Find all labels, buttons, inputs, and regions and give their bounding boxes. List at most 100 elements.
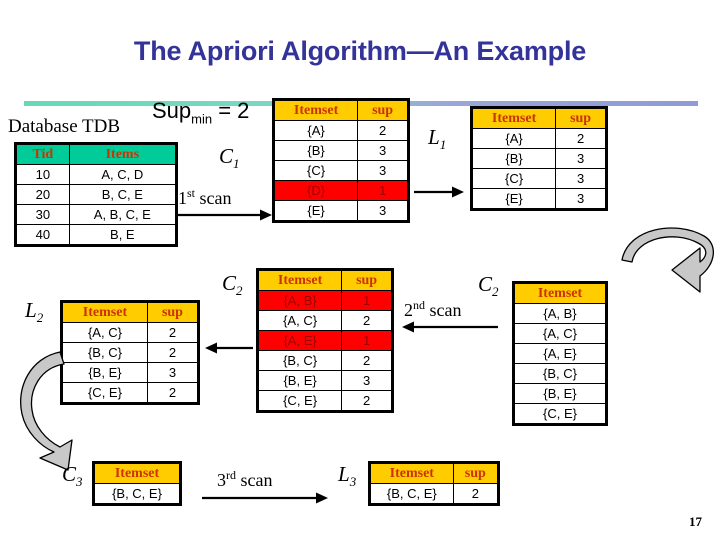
label-l1-letter: L (428, 125, 440, 149)
column-header-itemset: Itemset (61, 301, 148, 323)
cell-sup: 1 (341, 330, 393, 351)
cell-sup: 2 (452, 483, 500, 505)
cell-sup: 2 (341, 390, 393, 412)
label-l1-subscript: 1 (439, 137, 447, 153)
cell-sup: 3 (357, 160, 409, 181)
cell-items: A, C, D (68, 164, 178, 185)
table-row: {B, C, E} (93, 483, 181, 505)
cell-itemset: {B, E} (256, 370, 343, 391)
third-scan-label: 3rd scan (217, 468, 272, 491)
cell-itemset: {A, C} (61, 322, 148, 343)
table-row: {B, C, E} 2 (369, 483, 500, 505)
table-row: {C, E} 2 (256, 390, 393, 412)
cell-itemset: {A} (470, 128, 557, 149)
table-row: {A, C} (513, 323, 607, 344)
cell-itemset: {E} (470, 188, 557, 210)
column-header-itemset: Itemset (369, 462, 454, 484)
table-row: {B, E} (513, 383, 607, 404)
cell-itemset: {C, E} (513, 403, 607, 425)
cell-tid: 20 (15, 184, 70, 205)
table-row: {A, B} (513, 303, 607, 324)
table-row: 40 B, E (15, 224, 178, 246)
c3-candidate-table: Itemset {B, C, E} (92, 461, 182, 506)
cell-itemset: {B, E} (513, 383, 607, 404)
first-scan-suffix: st (187, 186, 196, 200)
cell-sup: 3 (341, 370, 393, 391)
label-l2: L2 (25, 298, 43, 326)
cell-itemset: {B, C} (513, 363, 607, 384)
table-row: 30 A, B, C, E (15, 204, 178, 225)
table-row: {A, C} 2 (61, 322, 200, 343)
table-row-pruned: {A, B} 1 (256, 290, 393, 311)
table-row: {A} 2 (470, 128, 607, 149)
label-l3-subscript: 3 (349, 474, 357, 490)
cell-itemset: {C, E} (256, 390, 343, 412)
table-row-pruned: {A, E} 1 (256, 330, 393, 351)
label-l3: L3 (338, 462, 356, 490)
cell-itemset: {B, C, E} (93, 483, 181, 505)
c1-to-l1-arrow (414, 186, 464, 198)
cell-sup: 1 (341, 290, 393, 311)
l2-to-c3-curved-arrow (20, 351, 73, 471)
cell-tid: 10 (15, 164, 70, 185)
supmin-prefix: Sup (152, 98, 192, 123)
label-c2-candidate-letter: C (478, 272, 493, 296)
cell-itemset: {A, E} (256, 330, 343, 351)
page-title: The Apriori Algorithm—An Example (133, 36, 587, 66)
supmin-suffix: = 2 (212, 98, 250, 123)
column-header-sup: sup (452, 462, 500, 484)
cell-itemset: {B, C} (256, 350, 343, 371)
cell-itemset: {B} (470, 148, 557, 169)
table-header-row: Itemset sup (470, 107, 607, 129)
second-scan-word: scan (425, 300, 462, 320)
column-header-sup: sup (146, 301, 200, 323)
database-tdb-table: Tid Items 10 A, C, D 20 B, C, E 30 A, B,… (14, 142, 178, 247)
support-threshold-label: Supmin = 2 (152, 98, 249, 126)
cell-sup: 3 (357, 140, 409, 161)
label-c1-subscript: 1 (233, 156, 240, 172)
database-caption: Database TDB (8, 116, 121, 137)
label-c2-candidate: C2 (478, 272, 499, 300)
c2-counted-table: Itemset sup {A, B} 1 {A, C} 2 {A, E} 1 {… (256, 268, 394, 413)
cell-sup: 2 (341, 310, 393, 331)
table-row: {E} 3 (470, 188, 607, 210)
column-header-itemset: Itemset (93, 462, 181, 484)
table-header-row: Itemset (513, 282, 607, 304)
label-c3-subscript: 3 (76, 474, 83, 490)
label-c2-counted: C2 (222, 271, 243, 299)
second-scan-suffix: nd (413, 298, 425, 312)
table-header-row: Itemset (93, 462, 181, 484)
first-scan-arrow (176, 209, 272, 221)
cell-sup: 2 (146, 342, 200, 363)
column-header-sup: sup (341, 269, 393, 291)
cell-itemset: {A, B} (513, 303, 607, 324)
table-header-row: Itemset sup (272, 99, 409, 121)
label-c1-letter: C (219, 144, 234, 168)
cell-sup: 3 (555, 168, 607, 189)
table-row: {C} 3 (470, 168, 607, 189)
page-number: 17 (689, 514, 702, 529)
table-row: {C} 3 (272, 160, 409, 181)
cell-items: B, C, E (68, 184, 178, 205)
label-c3-letter: C (62, 462, 77, 486)
column-header-tid: Tid (15, 143, 70, 165)
table-row: {A} 2 (272, 120, 409, 141)
column-header-itemset: Itemset (256, 269, 343, 291)
cell-sup: 3 (146, 362, 200, 383)
table-row: {B, C} 2 (256, 350, 393, 371)
l1-frequent-table: Itemset sup {A} 2 {B} 3 {C} 3 {E} 3 (470, 106, 608, 211)
column-header-itemset: Itemset (513, 282, 607, 304)
table-row: 20 B, C, E (15, 184, 178, 205)
slide-canvas: The Apriori Algorithm—An Example Supmin … (0, 0, 720, 540)
third-scan-suffix: rd (226, 468, 236, 482)
table-row: {B, C} (513, 363, 607, 384)
cell-sup: 3 (357, 200, 409, 222)
label-l2-subscript: 2 (36, 310, 44, 326)
table-row-pruned: {D} 1 (272, 180, 409, 201)
table-header-row: Itemset sup (256, 269, 393, 291)
table-header-row: Itemset sup (369, 462, 500, 484)
cell-itemset: {A, C} (513, 323, 607, 344)
cell-items: A, B, C, E (68, 204, 178, 225)
table-row: {C, E} (513, 403, 607, 425)
label-c2-counted-subscript: 2 (236, 283, 243, 299)
